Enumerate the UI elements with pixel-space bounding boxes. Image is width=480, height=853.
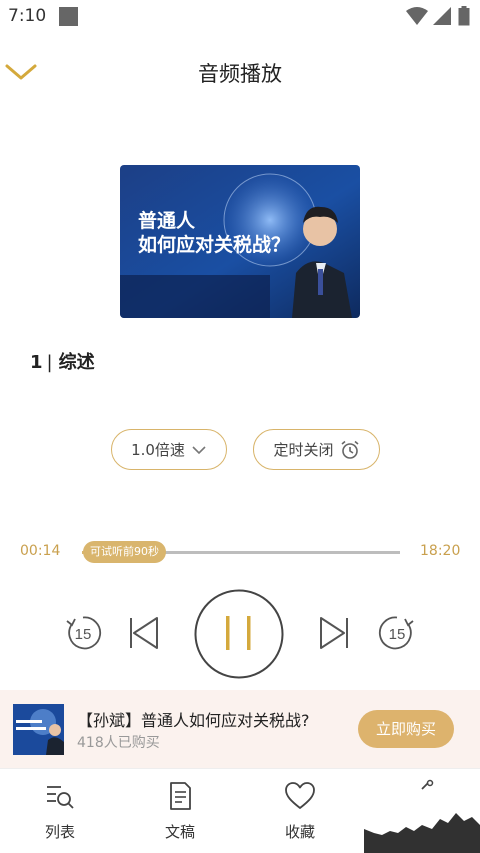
thumbnail-artwork xyxy=(13,704,64,755)
floating-widget[interactable] xyxy=(364,769,480,853)
heart-icon xyxy=(285,782,315,809)
bottom-tab-bar: 列表 文稿 收藏 xyxy=(0,768,480,853)
tab-transcript[interactable]: 文稿 xyxy=(140,781,220,842)
rewind-seconds: 15 xyxy=(75,626,92,643)
episode-number: 1 xyxy=(30,352,43,373)
status-time: 7:10 xyxy=(8,6,47,26)
battery-icon xyxy=(458,6,470,26)
status-bar: 7:10 xyxy=(0,0,480,32)
buy-now-button[interactable]: 立即购买 xyxy=(358,710,454,748)
tab-favorite[interactable]: 收藏 xyxy=(260,781,340,842)
cover-text: 普通人 如何应对关税战？ xyxy=(138,209,290,257)
rewind-15-icon: 15 xyxy=(66,616,102,650)
purchase-count: 418人已购买 xyxy=(77,735,160,751)
timer-button[interactable]: 定时关闭 xyxy=(253,429,380,470)
tab-transcript-label: 文稿 xyxy=(164,823,195,841)
wifi-icon xyxy=(406,7,428,25)
page-title: 音频播放 xyxy=(198,62,282,86)
cover-text-line2: 如何应对关税战？ xyxy=(138,234,291,256)
waveform-overlay-icon xyxy=(364,779,480,853)
pause-icon xyxy=(194,589,284,679)
alarm-clock-icon xyxy=(340,440,359,459)
rewind-15-button[interactable]: 15 xyxy=(62,612,104,658)
chevron-down-icon xyxy=(192,445,206,454)
forward-seconds: 15 xyxy=(389,626,406,643)
forward-15-icon: 15 xyxy=(378,616,414,650)
speed-button[interactable]: 1.0倍速 xyxy=(111,429,227,470)
previous-track-button[interactable] xyxy=(126,612,162,658)
pause-button[interactable] xyxy=(194,589,284,683)
cover-text-line1: 普通人 xyxy=(138,210,196,232)
signal-icon xyxy=(433,7,451,25)
episode-separator: | xyxy=(46,352,53,373)
timer-label: 定时关闭 xyxy=(273,441,334,459)
total-time: 18:20 xyxy=(420,543,461,559)
course-thumbnail[interactable] xyxy=(13,704,64,755)
tab-list[interactable]: 列表 xyxy=(20,781,100,842)
speed-label: 1.0倍速 xyxy=(131,441,185,459)
current-time: 00:14 xyxy=(20,543,61,559)
skip-next-icon xyxy=(320,617,348,649)
episode-title: 1 | 综述 xyxy=(30,348,95,374)
purchase-bar: 【孙斌】普通人如何应对关税战? 418人已购买 立即购买 xyxy=(0,690,480,768)
progress-thumb-trial-badge[interactable]: 可试听前90秒 xyxy=(83,541,166,563)
notification-icon xyxy=(59,7,78,26)
tab-list-label: 列表 xyxy=(44,823,75,841)
course-title[interactable]: 【孙斌】普通人如何应对关税战? xyxy=(77,707,310,731)
next-track-button[interactable] xyxy=(316,612,352,658)
skip-previous-icon xyxy=(130,617,158,649)
document-icon xyxy=(170,782,191,810)
album-cover: 普通人 如何应对关税战？ xyxy=(120,165,360,318)
forward-15-button[interactable]: 15 xyxy=(376,612,418,658)
tab-favorite-label: 收藏 xyxy=(284,823,315,841)
episode-name: 综述 xyxy=(58,352,95,373)
list-search-icon xyxy=(47,786,74,809)
